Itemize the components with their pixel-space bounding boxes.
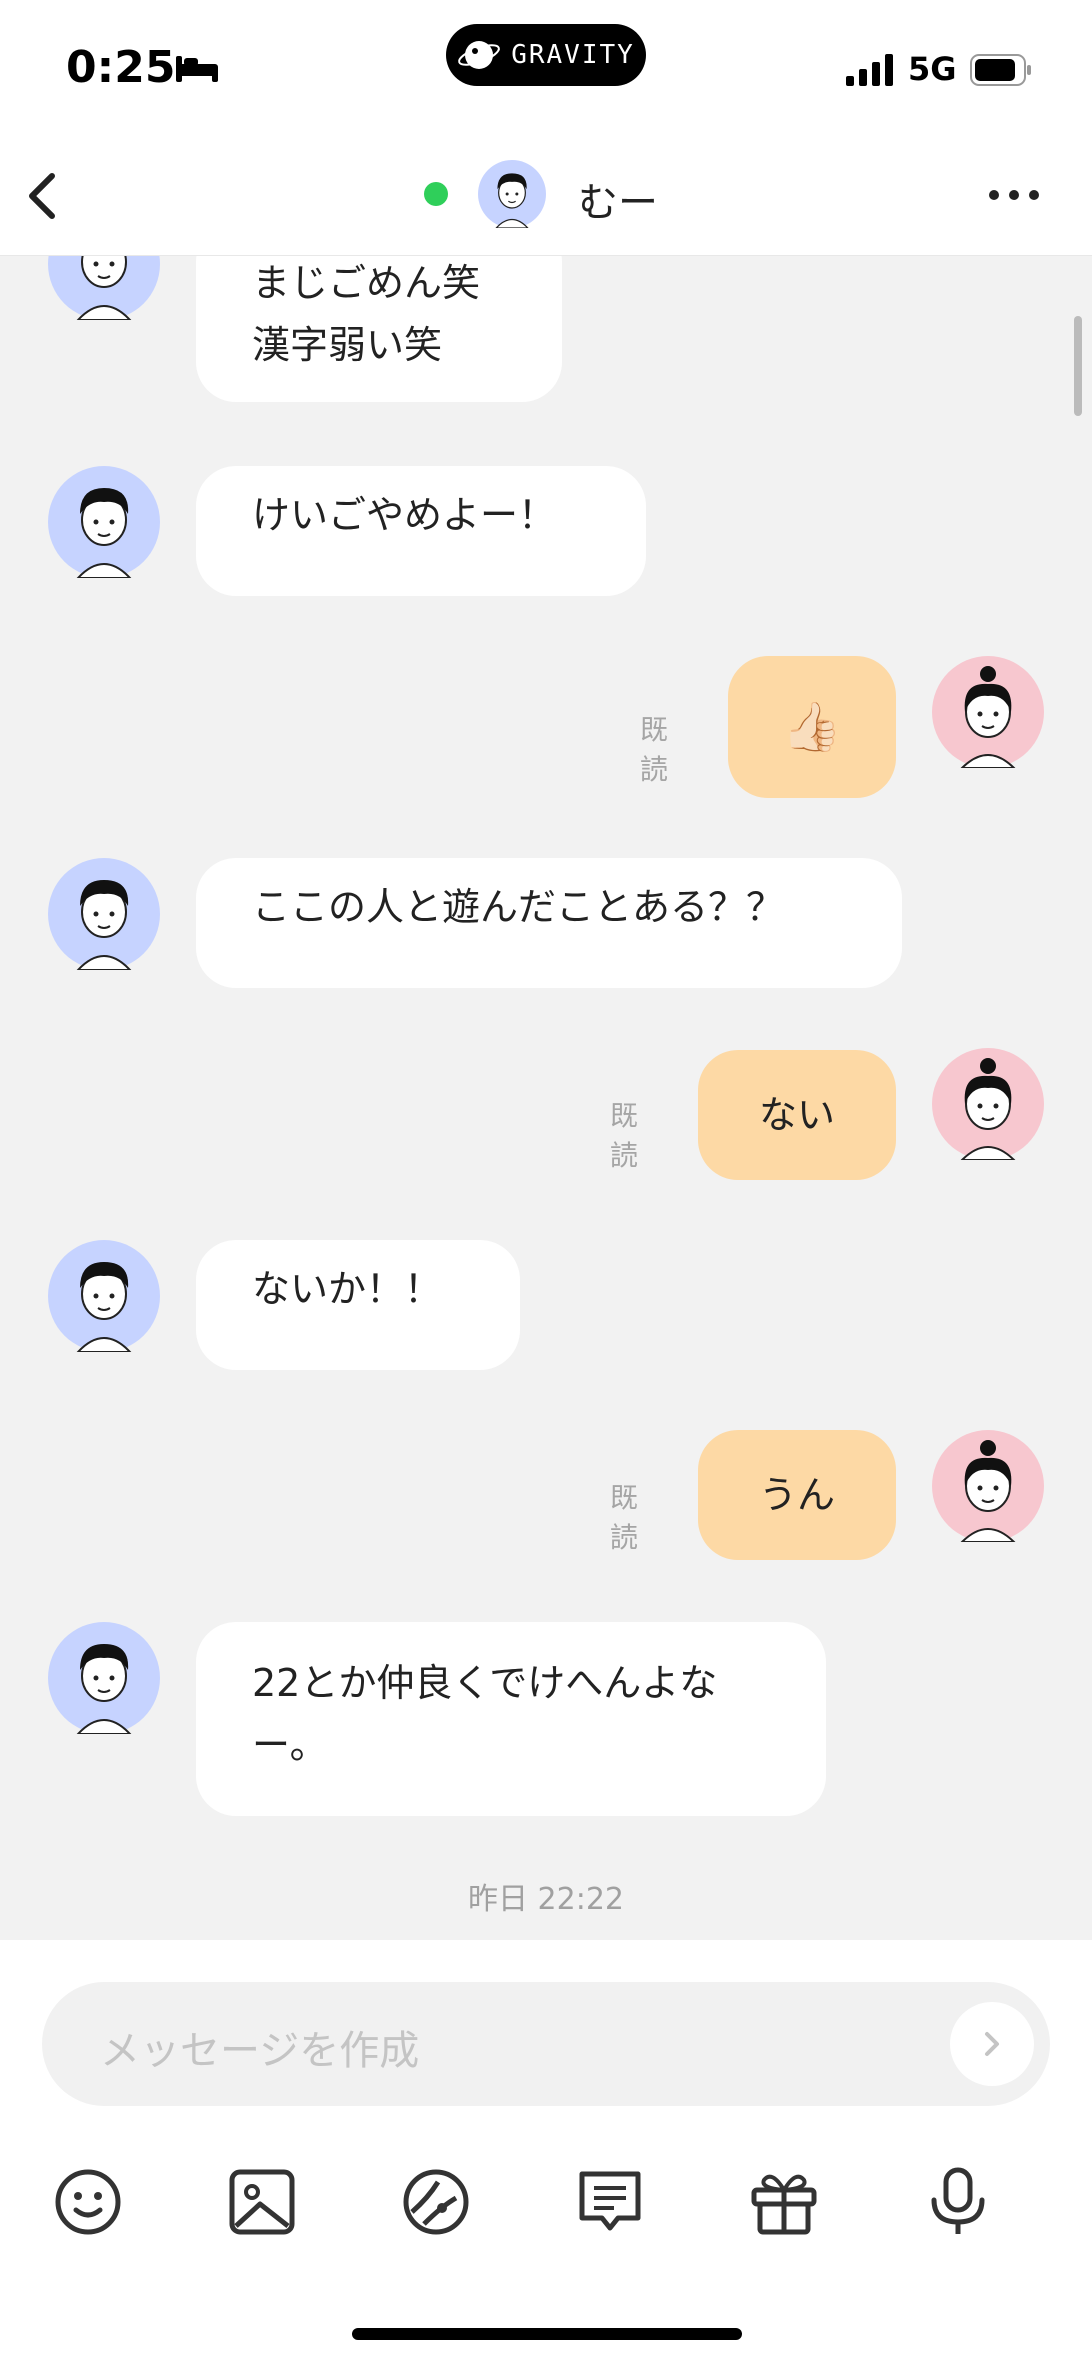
- message-bubble[interactable]: けいごやめよー！: [196, 466, 646, 596]
- message-bubble[interactable]: 👍🏻: [728, 656, 896, 798]
- chat-header: むー: [0, 140, 1092, 256]
- partner-avatar[interactable]: [48, 256, 160, 320]
- status-time: 0:25: [66, 42, 176, 93]
- read-receipt: 既読: [610, 1099, 639, 1172]
- partner-avatar[interactable]: [48, 466, 160, 578]
- dynamic-island: GRAVITY: [446, 24, 646, 86]
- partner-avatar[interactable]: [478, 160, 546, 228]
- smile-icon[interactable]: [50, 2164, 126, 2240]
- my-avatar[interactable]: [932, 656, 1044, 768]
- chat-partner-name[interactable]: むー: [578, 170, 658, 228]
- sticker-icon[interactable]: [398, 2164, 474, 2240]
- more-options-icon[interactable]: [984, 170, 1044, 220]
- planet-logo-icon: [458, 41, 501, 69]
- message-bubble[interactable]: まじごめん笑 漢字弱い笑: [196, 256, 562, 402]
- message-bubble[interactable]: ないか！！: [196, 1240, 520, 1370]
- composer-area: メッセージを作成: [0, 1940, 1092, 2364]
- message-bubble[interactable]: ここの人と遊んだことある？？: [196, 858, 902, 988]
- message-input[interactable]: メッセージを作成: [42, 1982, 1050, 2106]
- status-bar: 0:25 GRAVITY 5G: [0, 0, 1092, 140]
- send-button[interactable]: [950, 2002, 1034, 2086]
- my-avatar[interactable]: [932, 1430, 1044, 1542]
- online-status-dot: [424, 182, 448, 206]
- message-bubble[interactable]: ない: [698, 1050, 896, 1180]
- my-avatar[interactable]: [932, 1048, 1044, 1160]
- battery-icon: [970, 54, 1031, 86]
- bed-icon: [176, 56, 218, 82]
- network-label: 5G: [908, 50, 957, 88]
- signal-icon: [846, 54, 893, 86]
- message-input-placeholder[interactable]: メッセージを作成: [100, 2018, 419, 2076]
- gift-icon[interactable]: [746, 2164, 822, 2240]
- home-indicator[interactable]: [352, 2328, 742, 2340]
- message-list[interactable]: まじごめん笑 漢字弱い笑 けいごやめよー！ 既読 👍🏻 ここの人と遊んだことある…: [0, 256, 1092, 1940]
- date-stamp: 昨日 22:22: [468, 1882, 624, 1917]
- chevron-right-icon: [985, 2032, 999, 2056]
- scrollbar[interactable]: [1074, 316, 1082, 416]
- template-message-icon[interactable]: [572, 2164, 648, 2240]
- back-button[interactable]: [18, 160, 68, 230]
- message-bubble[interactable]: うん: [698, 1430, 896, 1560]
- image-icon[interactable]: [224, 2164, 300, 2240]
- message-bubble[interactable]: 22とか仲良くでけへんよな ー。: [196, 1622, 826, 1816]
- partner-avatar[interactable]: [48, 858, 160, 970]
- mic-icon[interactable]: [920, 2164, 996, 2240]
- partner-avatar[interactable]: [48, 1622, 160, 1734]
- island-label: GRAVITY: [511, 40, 635, 70]
- read-receipt: 既読: [610, 1481, 639, 1554]
- read-receipt: 既読: [640, 713, 669, 786]
- partner-avatar[interactable]: [48, 1240, 160, 1352]
